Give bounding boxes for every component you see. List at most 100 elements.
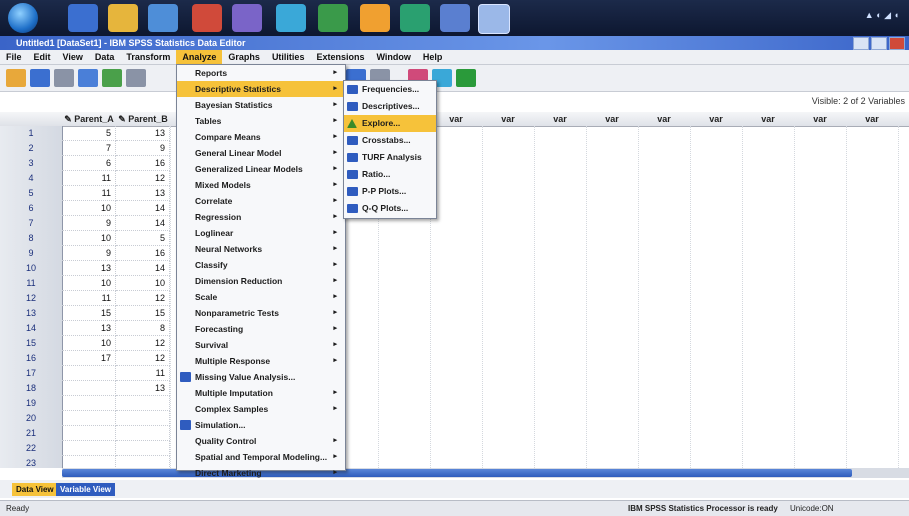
column-header-var[interactable]: var [794,112,847,127]
cell-parent-a[interactable] [62,456,116,468]
cell-parent-b[interactable]: 14 [116,201,170,216]
submenu-item-explore[interactable]: Explore... [344,115,436,132]
row-header[interactable]: 20 [0,411,63,427]
cell-parent-a[interactable]: 10 [62,231,116,246]
menu-item-spatial-and-temporal-modeling[interactable]: Spatial and Temporal Modeling... ▸ [177,449,345,465]
menu-item-scale[interactable]: Scale ▸ [177,289,345,305]
cell-parent-a[interactable]: 9 [62,246,116,261]
menu-analyze[interactable]: Analyze [176,50,223,64]
menu-file[interactable]: File [0,50,28,64]
cell-parent-a[interactable] [62,381,116,396]
menu-help[interactable]: Help [417,50,449,64]
cell-parent-b[interactable]: 11 [116,366,170,381]
cell-parent-a[interactable] [62,366,116,381]
cell-parent-a[interactable]: 10 [62,336,116,351]
app-icon-9[interactable] [400,4,430,32]
submenu-item-ratio[interactable]: Ratio... [344,166,436,183]
menu-window[interactable]: Window [370,50,416,64]
row-header[interactable]: 17 [0,366,63,382]
cell-parent-b[interactable]: 12 [116,171,170,186]
row-header[interactable]: 12 [0,291,63,307]
cell-parent-a[interactable]: 13 [62,261,116,276]
row-header[interactable]: 13 [0,306,63,322]
menu-item-survival[interactable]: Survival ▸ [177,337,345,353]
cell-parent-a[interactable] [62,411,116,426]
menu-item-descriptive-statistics[interactable]: Descriptive Statistics ▸ [177,81,345,97]
open-folder-icon[interactable] [6,69,26,87]
submenu-item-crosstabs[interactable]: Crosstabs... [344,132,436,149]
menu-item-reports[interactable]: Reports ▸ [177,65,345,81]
row-header[interactable]: 6 [0,201,63,217]
cell-parent-a[interactable]: 5 [62,126,116,141]
row-header[interactable]: 21 [0,426,63,442]
spss-taskbar-icon[interactable] [478,4,510,34]
column-header-var[interactable]: var [534,112,587,127]
tab-data-view[interactable]: Data View [12,483,58,496]
cell-parent-b[interactable]: 12 [116,291,170,306]
menu-item-compare-means[interactable]: Compare Means ▸ [177,129,345,145]
menu-view[interactable]: View [57,50,89,64]
app-icon-8[interactable] [360,4,390,32]
submenu-item-p-p-plots[interactable]: P-P Plots... [344,183,436,200]
cell-parent-b[interactable]: 5 [116,231,170,246]
menu-item-nonparametric-tests[interactable]: Nonparametric Tests ▸ [177,305,345,321]
dialog-recall-icon[interactable] [78,69,98,87]
cell-parent-b[interactable]: 14 [116,216,170,231]
cell-parent-b[interactable] [116,456,170,468]
redo-icon[interactable] [126,69,146,87]
submenu-item-turf-analysis[interactable]: TURF Analysis [344,149,436,166]
cell-parent-b[interactable]: 13 [116,381,170,396]
minimize-button[interactable] [853,37,869,50]
row-header[interactable]: 22 [0,441,63,457]
maximize-button[interactable] [871,37,887,50]
cell-parent-b[interactable]: 12 [116,336,170,351]
cell-parent-a[interactable] [62,426,116,441]
undo-icon[interactable] [102,69,122,87]
cell-parent-b[interactable]: 14 [116,261,170,276]
close-button[interactable] [889,37,905,50]
cell-parent-b[interactable]: 16 [116,156,170,171]
column-header-var[interactable]: var [586,112,639,127]
row-header[interactable]: 2 [0,141,63,157]
start-orb-icon[interactable] [8,3,38,33]
row-header[interactable]: 8 [0,231,63,247]
menu-item-quality-control[interactable]: Quality Control ▸ [177,433,345,449]
cell-parent-a[interactable]: 9 [62,216,116,231]
cell-parent-a[interactable]: 17 [62,351,116,366]
menu-edit[interactable]: Edit [28,50,57,64]
menu-graphs[interactable]: Graphs [222,50,266,64]
menu-item-classify[interactable]: Classify ▸ [177,257,345,273]
cell-parent-a[interactable] [62,396,116,411]
menu-extensions[interactable]: Extensions [310,50,370,64]
corner-header[interactable] [0,112,63,127]
column-header-var[interactable]: var [690,112,743,127]
print-icon[interactable] [54,69,74,87]
menu-item-multiple-imputation[interactable]: Multiple Imputation ▸ [177,385,345,401]
submenu-item-q-q-plots[interactable]: Q-Q Plots... [344,200,436,217]
menu-item-bayesian-statistics[interactable]: Bayesian Statistics ▸ [177,97,345,113]
cell-parent-b[interactable] [116,426,170,441]
cell-parent-b[interactable] [116,441,170,456]
menu-item-neural-networks[interactable]: Neural Networks ▸ [177,241,345,257]
column-header-var[interactable]: var [430,112,483,127]
menu-item-direct-marketing[interactable]: Direct Marketing ▸ [177,465,345,481]
cell-parent-b[interactable]: 9 [116,141,170,156]
cell-parent-b[interactable]: 15 [116,306,170,321]
menu-transform[interactable]: Transform [120,50,176,64]
app-icon-1[interactable] [68,4,98,32]
app-icon-7[interactable] [318,4,348,32]
app-icon-2[interactable] [108,4,138,32]
cell-parent-b[interactable] [116,396,170,411]
cell-parent-b[interactable] [116,411,170,426]
column-header-parent-b[interactable]: ✎ Parent_B [116,112,171,127]
cell-parent-a[interactable]: 7 [62,141,116,156]
app-icon-3[interactable] [148,4,178,32]
row-header[interactable]: 7 [0,216,63,232]
menu-data[interactable]: Data [89,50,121,64]
cell-parent-a[interactable]: 11 [62,186,116,201]
row-header[interactable]: 3 [0,156,63,172]
column-header-var[interactable]: var [482,112,535,127]
submenu-item-frequencies[interactable]: Frequencies... [344,81,436,98]
cell-parent-a[interactable]: 6 [62,156,116,171]
menu-item-general-linear-model[interactable]: General Linear Model ▸ [177,145,345,161]
